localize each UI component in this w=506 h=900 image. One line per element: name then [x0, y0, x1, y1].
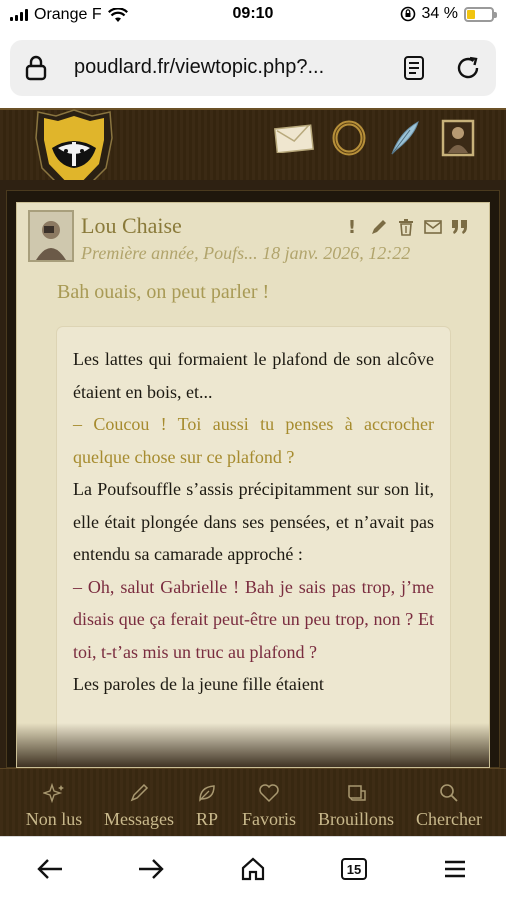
nav-label: RP [195, 809, 219, 829]
post-title: Bah ouais, on peut parler ! [57, 281, 270, 303]
url-text[interactable]: poudlard.fr/viewtopic.php?... [74, 56, 324, 79]
menu-icon[interactable] [437, 851, 473, 887]
reload-icon[interactable] [452, 52, 484, 84]
ring-icon[interactable] [329, 118, 369, 158]
report-icon[interactable]: ! [343, 217, 361, 238]
forum-post: Lou Chaise Première année, Poufs... 18 j… [16, 202, 490, 768]
nav-label: Favoris [242, 809, 296, 829]
dialogue-line: – Coucou ! Toi aussi tu penses à accroch… [73, 414, 434, 467]
orientation-lock-icon [400, 6, 415, 22]
scroll-fade [17, 723, 489, 767]
search-icon [439, 783, 459, 803]
portrait-icon[interactable] [438, 118, 478, 158]
nav-messages[interactable]: Messages [100, 769, 178, 837]
nav-label: Brouillons [317, 809, 394, 829]
address-bar[interactable]: poudlard.fr/viewtopic.php?... [10, 40, 496, 96]
tab-count: 15 [341, 858, 367, 880]
heart-icon [258, 783, 280, 803]
nav-brouillons[interactable]: Brouillons [312, 769, 400, 837]
nav-label: Messages [104, 809, 174, 829]
paragraph: Les lattes qui formaient le plafond de s… [73, 349, 434, 402]
scroll-icon [345, 783, 367, 803]
quill-icon[interactable] [384, 118, 424, 158]
avatar[interactable] [28, 210, 74, 262]
nav-chercher[interactable]: Chercher [410, 769, 488, 837]
tabs-button[interactable]: 15 [336, 851, 372, 887]
quote-icon[interactable] [451, 217, 469, 237]
nav-non-lus[interactable]: Non lus [18, 769, 90, 837]
battery-group: 34 % [400, 5, 497, 23]
home-icon[interactable] [235, 851, 271, 887]
nav-favoris[interactable]: Favoris [238, 769, 300, 837]
post-body: Les lattes qui formaient le plafond de s… [57, 327, 450, 767]
nav-label: Chercher [416, 809, 482, 829]
back-arrow-icon[interactable] [32, 851, 68, 887]
edit-icon[interactable] [370, 217, 388, 237]
post-author[interactable]: Lou Chaise [81, 213, 182, 239]
sparkle-icon [43, 783, 65, 803]
message-icon[interactable] [424, 217, 442, 237]
post-text: Les lattes qui formaient le plafond de s… [73, 343, 434, 701]
browser-header: poudlard.fr/viewtopic.php?... [0, 32, 506, 108]
nav-rp[interactable]: RP [188, 769, 226, 837]
lock-icon [20, 52, 52, 84]
dialogue-line: – Oh, salut Gabrielle ! Bah je sais pas … [73, 576, 434, 662]
reader-icon[interactable] [398, 52, 430, 84]
forum-bottom-nav: Non lus Messages RP Favoris Brouillons C… [0, 768, 506, 836]
status-bar: Orange F 09:10 34 % [0, 0, 506, 32]
browser-toolbar: 15 [0, 836, 506, 900]
delete-icon[interactable] [397, 217, 415, 237]
battery-icon [464, 6, 497, 22]
leaf-icon [197, 783, 217, 803]
envelope-icon[interactable] [274, 118, 314, 158]
battery-percent: 34 % [421, 5, 458, 22]
post-actions: ! [343, 217, 469, 238]
nav-label: Non lus [25, 809, 83, 829]
forward-arrow-icon[interactable] [133, 851, 169, 887]
paragraph: La Poufsouffle s’assis précipitamment su… [73, 479, 434, 564]
paragraph: Les paroles de la jeune fille étaient [73, 674, 324, 694]
pencil-icon [129, 783, 149, 803]
post-meta: Première année, Poufs... 18 janv. 2026, … [81, 243, 411, 263]
